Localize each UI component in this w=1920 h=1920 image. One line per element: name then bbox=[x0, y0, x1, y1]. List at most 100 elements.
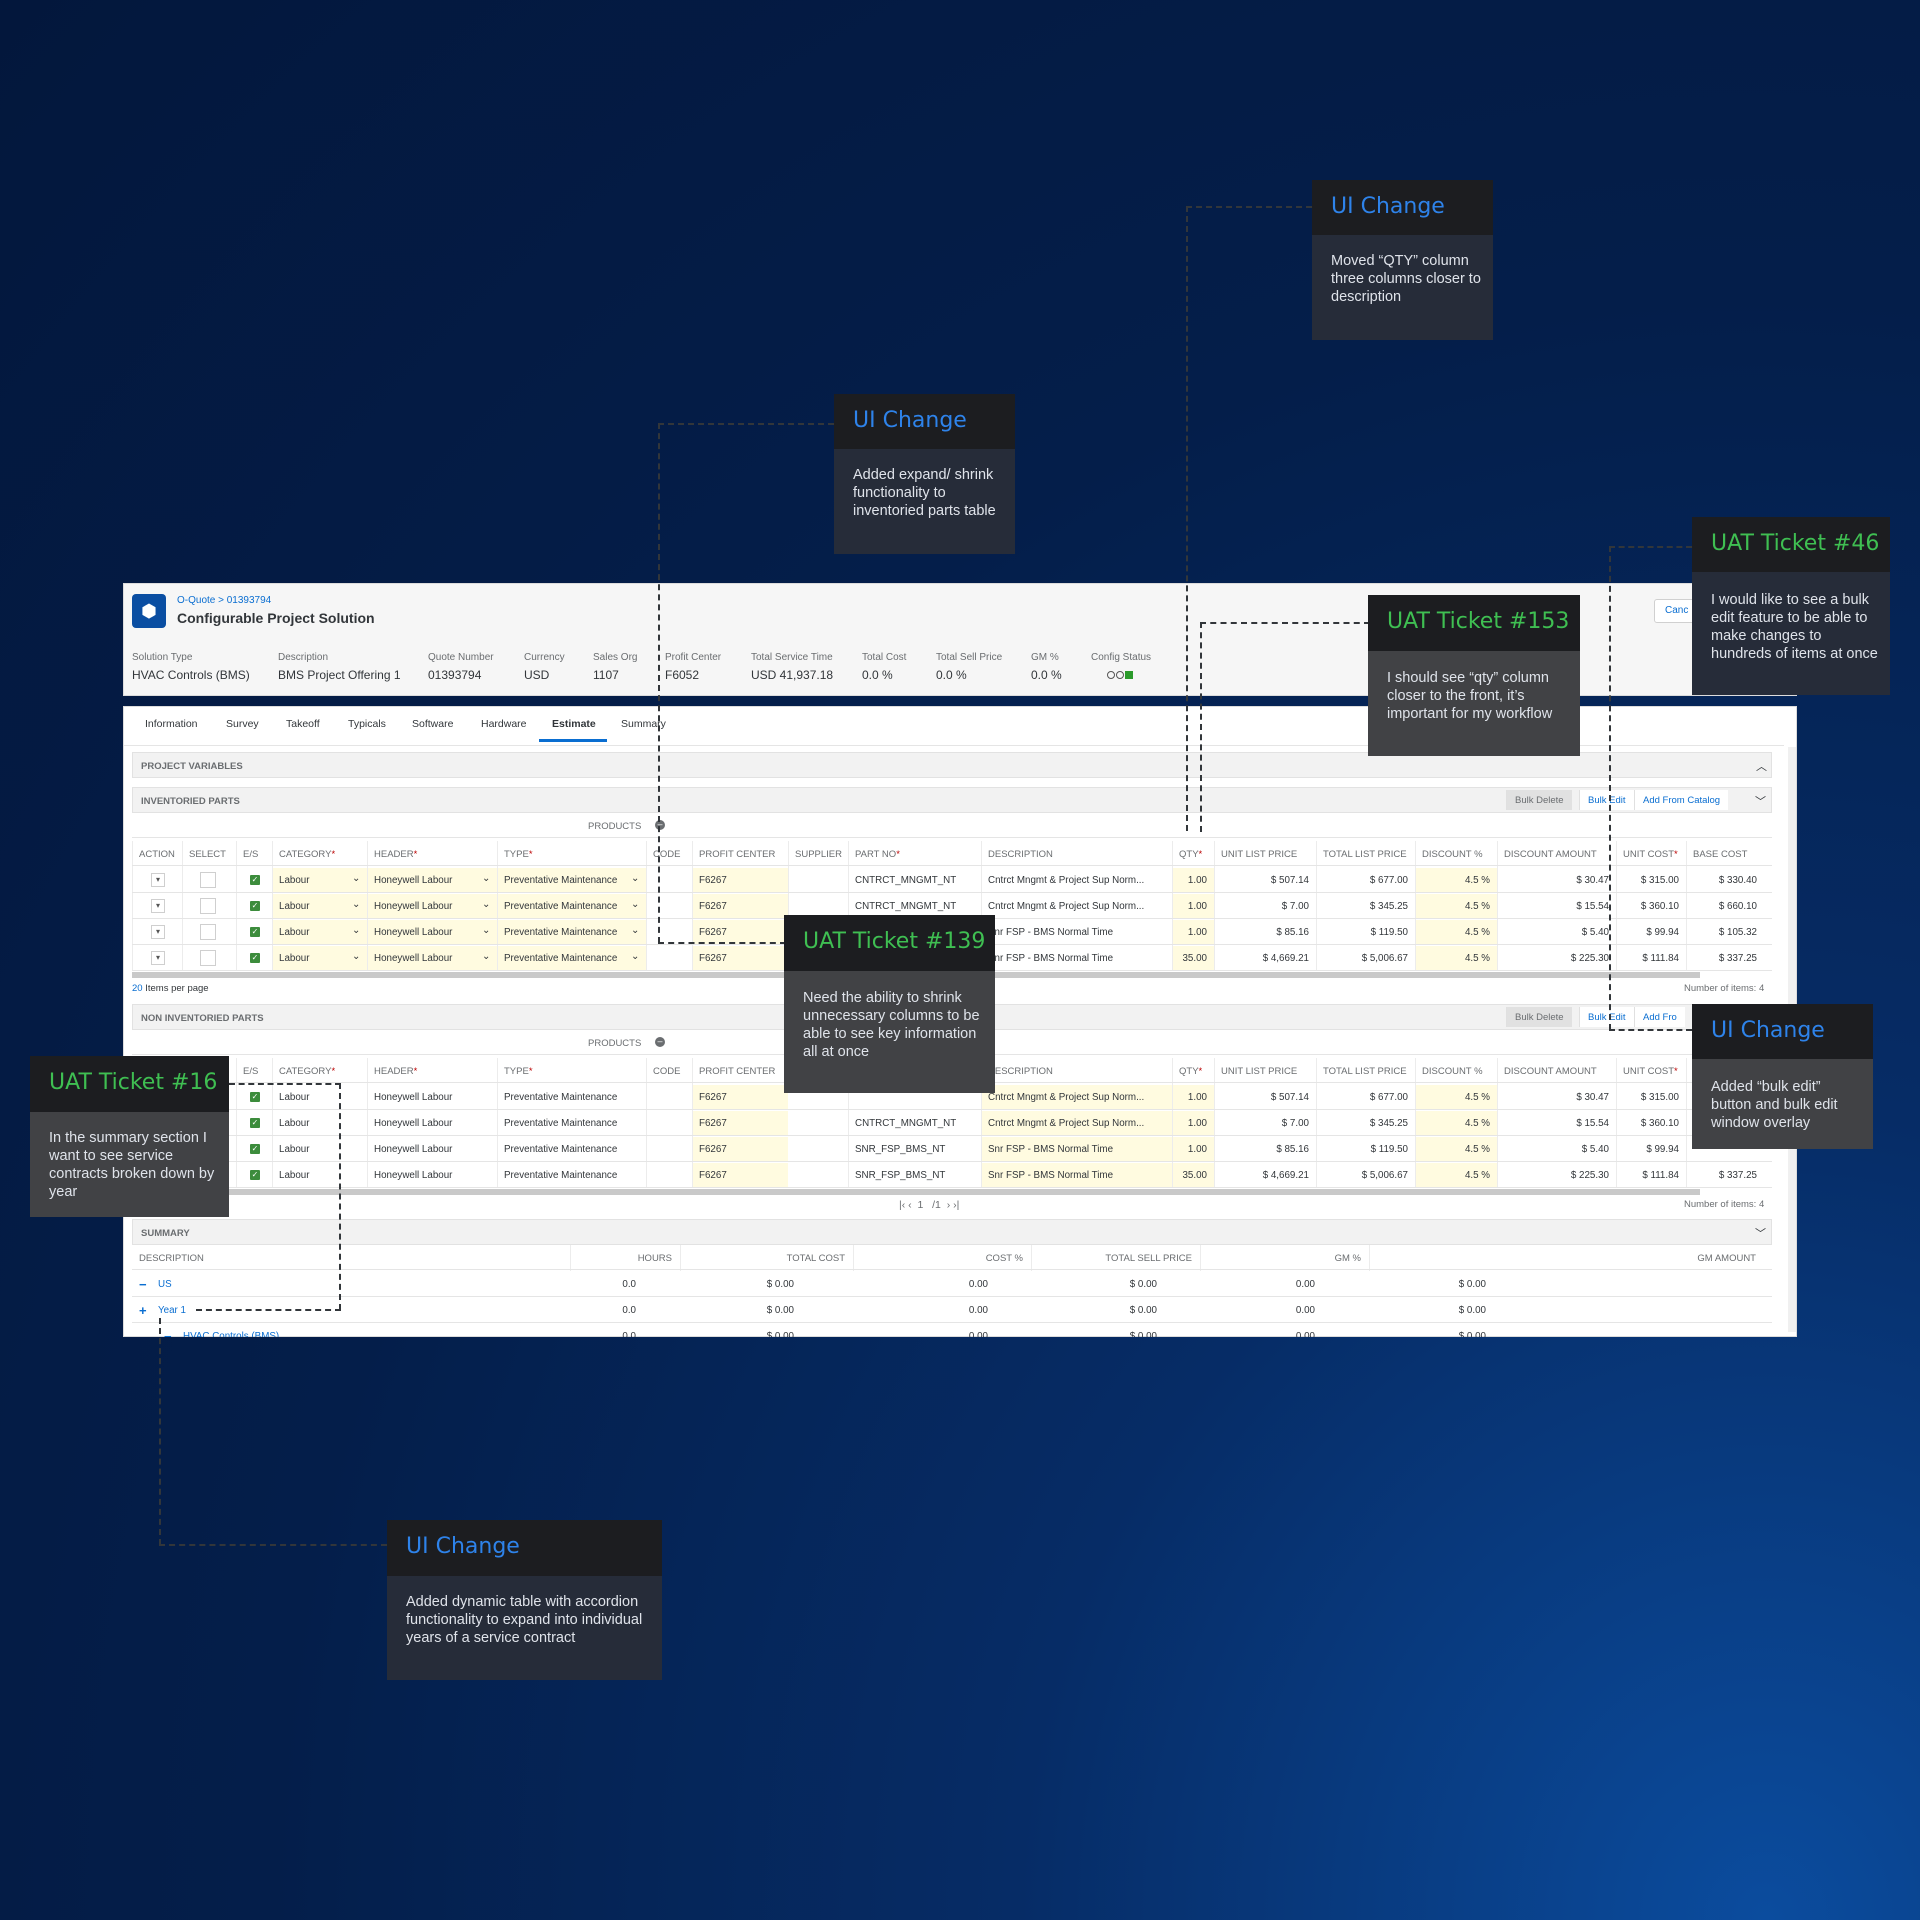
bulk-delete-button[interactable]: Bulk Delete bbox=[1506, 790, 1572, 810]
chevron-down-icon[interactable]: ⌄ bbox=[352, 951, 360, 962]
items-per-page[interactable]: 20 Items per page bbox=[132, 983, 209, 994]
header-cell[interactable]: Honeywell Labour bbox=[374, 953, 452, 964]
chevron-down-icon[interactable]: ﹀ bbox=[1755, 793, 1766, 809]
breadcrumb[interactable]: O-Quote > 01393794 bbox=[177, 595, 271, 606]
tab-estimate[interactable]: Estimate bbox=[552, 718, 596, 730]
column-header-total-list-price[interactable]: TOTAL LIST PRICE bbox=[1323, 849, 1407, 860]
chevron-down-icon[interactable]: ⌄ bbox=[631, 873, 639, 884]
type-cell[interactable]: Preventative Maintenance bbox=[504, 875, 617, 886]
profit-center-cell[interactable]: F6267 bbox=[699, 927, 727, 938]
collapse-minus-icon[interactable]: − bbox=[164, 1329, 172, 1337]
column-header-action[interactable]: ACTION bbox=[139, 849, 175, 860]
pager[interactable]: |‹ ‹ 1 /1 › ›| bbox=[899, 1199, 959, 1211]
chevron-up-icon[interactable]: ︿ bbox=[1756, 758, 1767, 774]
column-header-description[interactable]: DESCRIPTION bbox=[988, 1066, 1053, 1077]
es-checkbox[interactable]: ✓ bbox=[250, 1170, 260, 1180]
type-cell[interactable]: Preventative Maintenance bbox=[504, 953, 617, 964]
header-cell[interactable]: Honeywell Labour bbox=[374, 875, 452, 886]
summary-header[interactable]: SUMMARY ﹀ bbox=[132, 1219, 1772, 1245]
category-cell[interactable]: Labour bbox=[279, 875, 310, 886]
profit-center-cell[interactable]: F6267 bbox=[699, 1144, 727, 1155]
type-cell[interactable]: Preventative Maintenance bbox=[504, 901, 617, 912]
es-checkbox[interactable]: ✓ bbox=[250, 1118, 260, 1128]
collapse-columns-icon[interactable]: – bbox=[655, 1037, 665, 1047]
column-header-type[interactable]: TYPE* bbox=[504, 1066, 533, 1077]
es-checkbox[interactable]: ✓ bbox=[250, 875, 260, 885]
chevron-down-icon[interactable]: ⌄ bbox=[352, 873, 360, 884]
chevron-down-icon[interactable]: ⌄ bbox=[352, 899, 360, 910]
column-header-discount-[interactable]: DISCOUNT % bbox=[1422, 1066, 1483, 1077]
column-header-profit-center[interactable]: PROFIT CENTER bbox=[699, 849, 775, 860]
column-header-total-cost[interactable]: TOTAL COST bbox=[680, 1253, 845, 1264]
column-header-part-no[interactable]: PART NO* bbox=[855, 849, 900, 860]
tab-typicals[interactable]: Typicals bbox=[348, 718, 386, 730]
tab-survey[interactable]: Survey bbox=[226, 718, 259, 730]
profit-center-cell[interactable]: F6267 bbox=[699, 1170, 727, 1181]
bulk-edit-button[interactable]: Bulk Edit bbox=[1579, 1007, 1634, 1027]
column-header-unit-cost[interactable]: UNIT COST* bbox=[1623, 849, 1678, 860]
column-header-header[interactable]: HEADER* bbox=[374, 1066, 417, 1077]
column-header-header[interactable]: HEADER* bbox=[374, 849, 417, 860]
es-checkbox[interactable]: ✓ bbox=[250, 1092, 260, 1102]
summary-row-label[interactable]: HVAC Controls (BMS) bbox=[183, 1331, 279, 1337]
select-checkbox[interactable] bbox=[200, 950, 216, 966]
chevron-down-icon[interactable]: ﹀ bbox=[1755, 1225, 1766, 1241]
bulk-edit-button[interactable]: Bulk Edit bbox=[1579, 790, 1634, 810]
column-header-qty[interactable]: QTY* bbox=[1179, 1066, 1202, 1077]
row-action-dropdown-icon[interactable]: ▾ bbox=[151, 873, 165, 887]
profit-center-cell[interactable]: F6267 bbox=[699, 901, 727, 912]
header-cell[interactable]: Honeywell Labour bbox=[374, 901, 452, 912]
select-checkbox[interactable] bbox=[200, 898, 216, 914]
chevron-down-icon[interactable]: ⌄ bbox=[482, 899, 490, 910]
category-cell[interactable]: Labour bbox=[279, 953, 310, 964]
es-checkbox[interactable]: ✓ bbox=[250, 1144, 260, 1154]
row-action-dropdown-icon[interactable]: ▾ bbox=[151, 951, 165, 965]
chevron-down-icon[interactable]: ⌄ bbox=[482, 873, 490, 884]
column-header-discount-[interactable]: DISCOUNT % bbox=[1422, 849, 1483, 860]
column-header-gm-[interactable]: GM % bbox=[1200, 1253, 1361, 1264]
chevron-down-icon[interactable]: ⌄ bbox=[631, 925, 639, 936]
column-header-hours[interactable]: HOURS bbox=[570, 1253, 672, 1264]
column-header-type[interactable]: TYPE* bbox=[504, 849, 533, 860]
category-cell[interactable]: Labour bbox=[279, 901, 310, 912]
summary-row-label[interactable]: US bbox=[158, 1279, 172, 1290]
row-action-dropdown-icon[interactable]: ▾ bbox=[151, 925, 165, 939]
column-header-total-list-price[interactable]: TOTAL LIST PRICE bbox=[1323, 1066, 1407, 1077]
chevron-down-icon[interactable]: ⌄ bbox=[352, 925, 360, 936]
column-header-total-sell-price[interactable]: TOTAL SELL PRICE bbox=[1031, 1253, 1192, 1264]
column-header-category[interactable]: CATEGORY* bbox=[279, 849, 335, 860]
column-header-qty[interactable]: QTY* bbox=[1179, 849, 1202, 860]
bulk-delete-button[interactable]: Bulk Delete bbox=[1506, 1007, 1572, 1027]
chevron-down-icon[interactable]: ⌄ bbox=[631, 951, 639, 962]
chevron-down-icon[interactable]: ⌄ bbox=[482, 925, 490, 936]
column-header-unit-list-price[interactable]: UNIT LIST PRICE bbox=[1221, 1066, 1297, 1077]
chevron-down-icon[interactable]: ⌄ bbox=[631, 899, 639, 910]
tab-information[interactable]: Information bbox=[145, 718, 198, 730]
column-header-discount-amount[interactable]: DISCOUNT AMOUNT bbox=[1504, 1066, 1597, 1077]
column-header-category[interactable]: CATEGORY* bbox=[279, 1066, 335, 1077]
collapse-columns-icon[interactable]: – bbox=[655, 820, 665, 830]
es-checkbox[interactable]: ✓ bbox=[250, 927, 260, 937]
add-from-catalog-button[interactable]: Add From Catalog bbox=[1634, 790, 1729, 810]
tab-takeoff[interactable]: Takeoff bbox=[286, 718, 320, 730]
category-cell[interactable]: Labour bbox=[279, 927, 310, 938]
horizontal-scrollbar[interactable] bbox=[132, 1189, 1700, 1195]
add-from-catalog-button[interactable]: Add Fro bbox=[1634, 1007, 1685, 1027]
column-header-e-s[interactable]: E/S bbox=[243, 1066, 258, 1077]
summary-row-label[interactable]: Year 1 bbox=[158, 1305, 186, 1316]
es-checkbox[interactable]: ✓ bbox=[250, 901, 260, 911]
column-header-profit-center[interactable]: PROFIT CENTER bbox=[699, 1066, 775, 1077]
column-header-discount-amount[interactable]: DISCOUNT AMOUNT bbox=[1504, 849, 1597, 860]
column-header-description[interactable]: DESCRIPTION bbox=[139, 1253, 204, 1264]
column-header-cost-[interactable]: COST % bbox=[853, 1253, 1023, 1264]
column-header-supplier[interactable]: SUPPLIER bbox=[795, 849, 842, 860]
select-checkbox[interactable] bbox=[200, 924, 216, 940]
row-action-dropdown-icon[interactable]: ▾ bbox=[151, 899, 165, 913]
profit-center-cell[interactable]: F6267 bbox=[699, 1118, 727, 1129]
column-header-e-s[interactable]: E/S bbox=[243, 849, 258, 860]
profit-center-cell[interactable]: F6267 bbox=[699, 875, 727, 886]
column-header-code[interactable]: CODE bbox=[653, 1066, 680, 1077]
profit-center-cell[interactable]: F6267 bbox=[699, 953, 727, 964]
es-checkbox[interactable]: ✓ bbox=[250, 953, 260, 963]
column-header-gm-amount[interactable]: GM AMOUNT bbox=[1369, 1253, 1756, 1264]
